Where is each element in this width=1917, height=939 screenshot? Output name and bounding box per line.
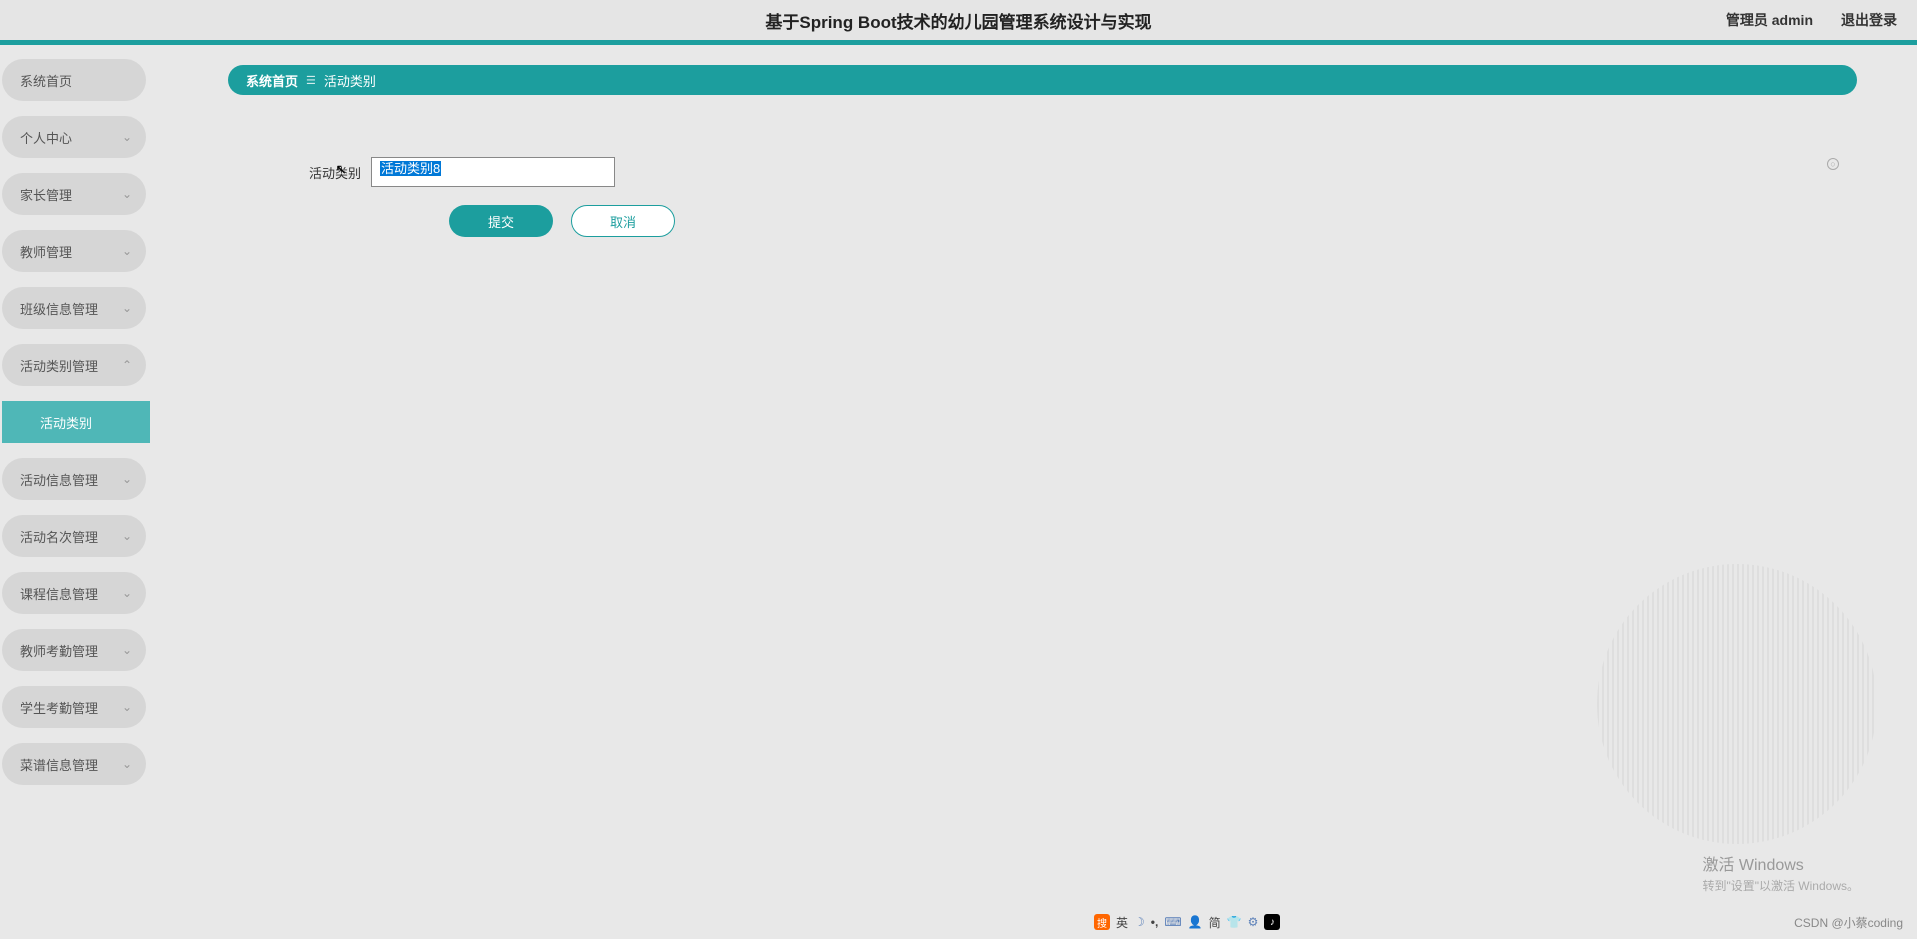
form-area: 活动类别 ↖ 活动类别8 提交 取消 [306,157,1857,237]
sidebar-item-menu-info[interactable]: 菜谱信息管理 ⌄ [2,743,146,785]
sidebar-item-teachers[interactable]: 教师管理 ⌄ [2,230,146,272]
breadcrumb-separator-icon: ☰ [306,74,316,87]
ime-lang-toggle[interactable]: 英 [1116,914,1128,931]
ime-keyboard-icon[interactable]: ⌨ [1164,915,1181,929]
csdn-watermark: CSDN @小蔡coding [1794,914,1903,931]
submit-button-label: 提交 [488,212,514,231]
sidebar-item-home[interactable]: 系统首页 [2,59,146,101]
watermark-line2: 转到"设置"以激活 Windows。 [1702,877,1859,894]
chevron-down-icon: ⌄ [122,529,132,543]
sidebar-item-label: 学生考勤管理 [20,698,98,717]
container: 系统首页 个人中心 ⌄ 家长管理 ⌄ 教师管理 ⌄ 班级信息管理 ⌄ 活动类别管… [0,45,1917,934]
ime-settings-icon[interactable]: ⚙ [1248,915,1259,929]
cancel-button-label: 取消 [610,212,636,231]
sidebar-item-course-info[interactable]: 课程信息管理 ⌄ [2,572,146,614]
chevron-down-icon: ⌄ [122,472,132,486]
chevron-down-icon: ⌄ [122,586,132,600]
category-input[interactable]: 活动类别8 [371,157,615,187]
button-row: 提交 取消 [449,205,1857,237]
header-right: 管理员 admin 退出登录 [1726,10,1897,30]
chevron-down-icon: ⌄ [122,301,132,315]
sidebar-subitem-label: 活动类别 [40,413,92,432]
sidebar-item-label: 菜谱信息管理 [20,755,98,774]
sidebar-item-student-attendance[interactable]: 学生考勤管理 ⌄ [2,686,146,728]
close-icon[interactable]: ○ [1827,158,1839,170]
input-selected-text: 活动类别8 [380,161,441,176]
ime-skin-icon[interactable]: 👕 [1227,915,1242,929]
ime-toolbar: 搜 英 ☽ •, ⌨ 👤 简 👕 ⚙ ♪ [1094,912,1280,932]
cancel-button[interactable]: 取消 [571,205,675,237]
sidebar-item-label: 活动信息管理 [20,470,98,489]
ime-person-icon[interactable]: 👤 [1188,915,1203,929]
windows-watermark: 激活 Windows 转到"设置"以激活 Windows。 [1702,851,1859,894]
watermark-line1: 激活 Windows [1702,851,1859,875]
chevron-up-icon: ⌃ [122,358,132,372]
sidebar-subitem-activity-category[interactable]: 活动类别 [2,401,150,443]
sidebar-item-activity-info[interactable]: 活动信息管理 ⌄ [2,458,146,500]
sidebar-item-parents[interactable]: 家长管理 ⌄ [2,173,146,215]
sidebar-item-activity-ranking[interactable]: 活动名次管理 ⌄ [2,515,146,557]
sidebar-item-label: 活动名次管理 [20,527,98,546]
logout-link[interactable]: 退出登录 [1841,10,1897,30]
sidebar-item-label: 教师管理 [20,242,72,261]
sidebar-item-class-info[interactable]: 班级信息管理 ⌄ [2,287,146,329]
main-content: 系统首页 ☰ 活动类别 ○ 活动类别 ↖ 活动类别8 提交 取消 [156,45,1917,934]
sidebar-item-label: 课程信息管理 [20,584,98,603]
watermark-circle [1597,564,1877,844]
breadcrumb-home[interactable]: 系统首页 [246,71,298,90]
form-label-text: 活动类别 [309,166,361,181]
ime-logo-icon[interactable]: 搜 [1094,914,1110,930]
chevron-down-icon: ⌄ [122,187,132,201]
breadcrumb: 系统首页 ☰ 活动类别 [228,65,1857,95]
ime-tiktok-icon[interactable]: ♪ [1264,914,1280,930]
user-label[interactable]: 管理员 admin [1726,10,1813,30]
chevron-down-icon: ⌄ [122,130,132,144]
page-title: 基于Spring Boot技术的幼儿园管理系统设计与实现 [765,8,1151,33]
chevron-down-icon: ⌄ [122,700,132,714]
chevron-down-icon: ⌄ [122,757,132,771]
sidebar-item-teacher-attendance[interactable]: 教师考勤管理 ⌄ [2,629,146,671]
sidebar-item-label: 系统首页 [20,71,72,90]
breadcrumb-current: 活动类别 [324,71,376,90]
form-row-category: 活动类别 ↖ 活动类别8 [306,157,1857,187]
chevron-down-icon: ⌄ [122,244,132,258]
sidebar-item-label: 个人中心 [20,128,72,147]
sidebar-item-label: 教师考勤管理 [20,641,98,660]
ime-punct-icon[interactable]: •, [1151,915,1159,929]
sidebar: 系统首页 个人中心 ⌄ 家长管理 ⌄ 教师管理 ⌄ 班级信息管理 ⌄ 活动类别管… [0,45,156,934]
ime-moon-icon[interactable]: ☽ [1134,915,1145,929]
app-header: 基于Spring Boot技术的幼儿园管理系统设计与实现 管理员 admin 退… [0,0,1917,45]
sidebar-item-activity-category[interactable]: 活动类别管理 ⌃ [2,344,146,386]
sidebar-item-label: 家长管理 [20,185,72,204]
sidebar-item-profile[interactable]: 个人中心 ⌄ [2,116,146,158]
sidebar-item-label: 活动类别管理 [20,356,98,375]
sidebar-item-label: 班级信息管理 [20,299,98,318]
ime-simplified-toggle[interactable]: 简 [1209,914,1221,931]
submit-button[interactable]: 提交 [449,205,553,237]
chevron-down-icon: ⌄ [122,643,132,657]
form-label-category: 活动类别 ↖ [306,163,361,182]
